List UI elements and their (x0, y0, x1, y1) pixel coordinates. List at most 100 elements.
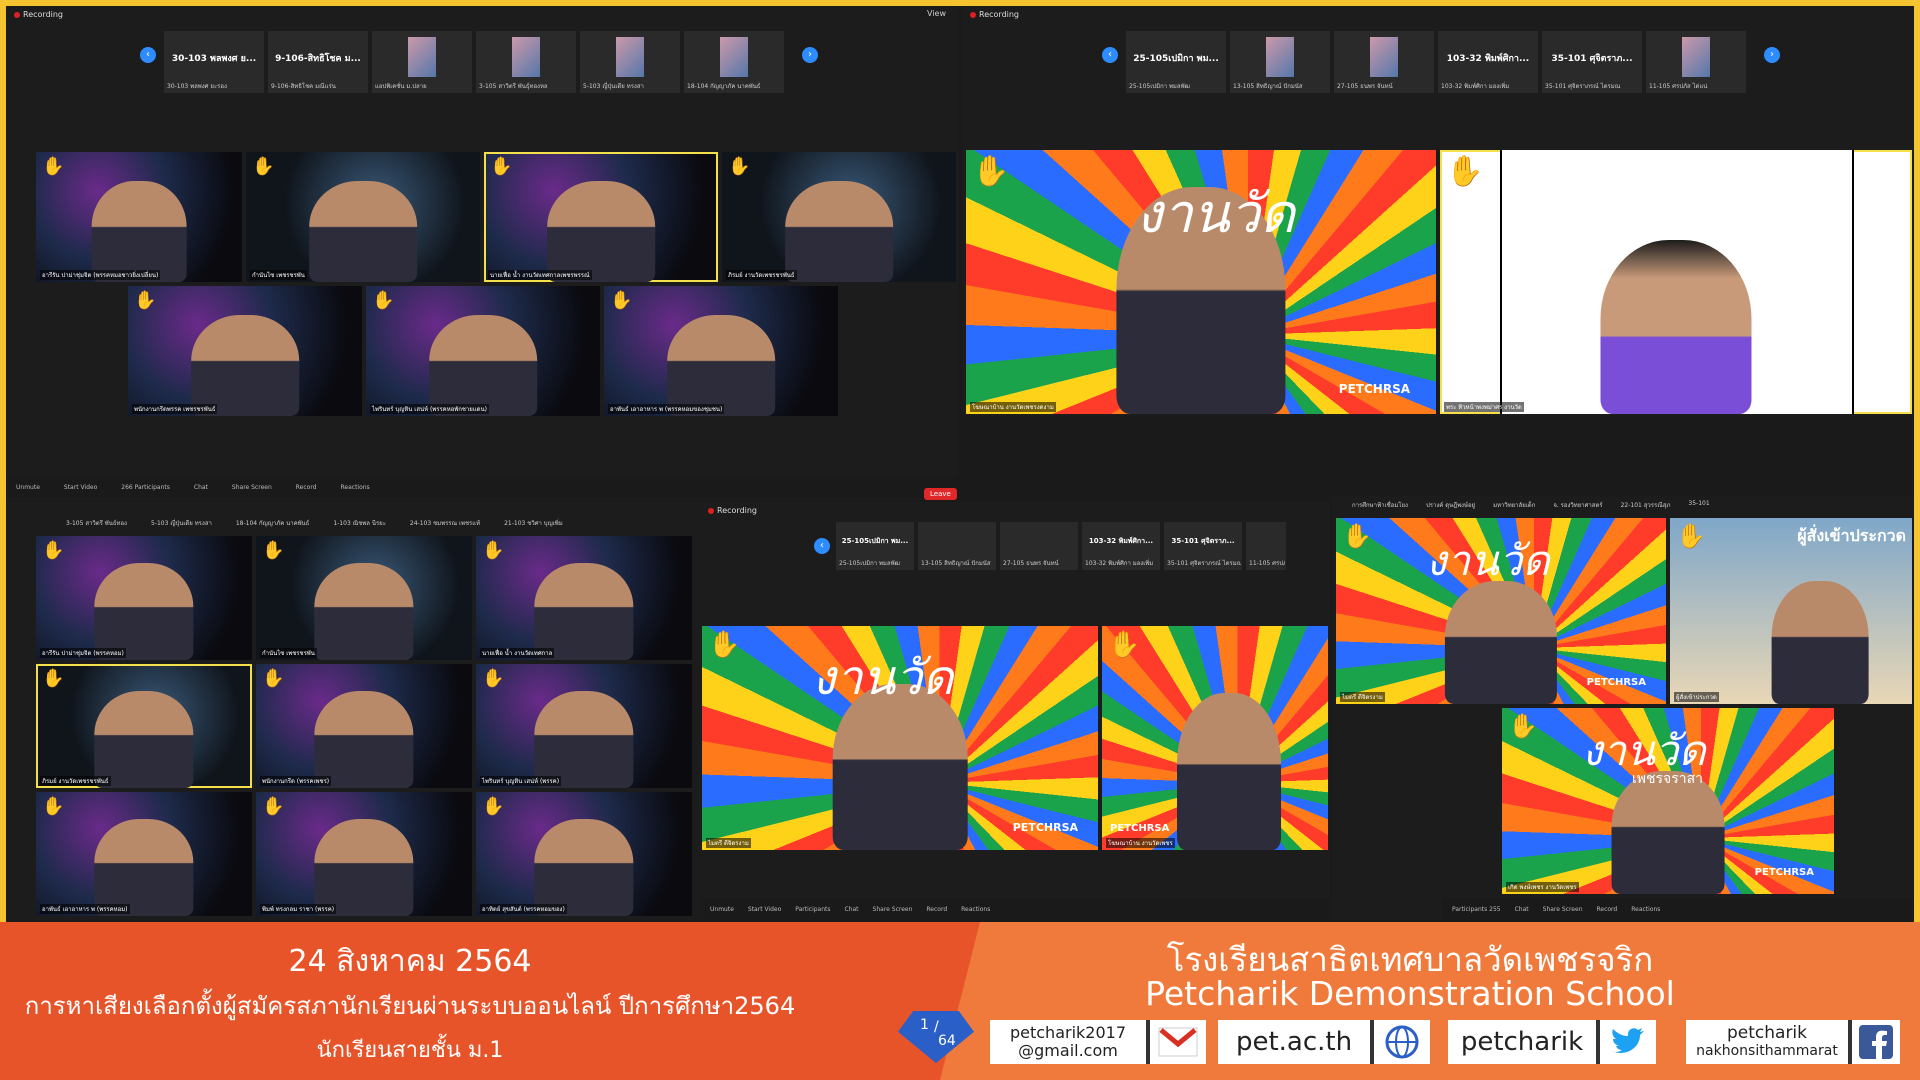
website-chip[interactable]: pet.ac.th (1218, 1020, 1430, 1064)
next-page-icon[interactable]: › (802, 47, 818, 63)
reactions-button[interactable]: Reactions (341, 484, 370, 491)
video-tile[interactable]: ✋ อาพันธ์ เอาอาหาร พ (พรรคหอม) (36, 792, 252, 916)
participants-button[interactable]: Participants 255 (1452, 906, 1501, 913)
video-tile[interactable]: ✋ งานวัด PETCHRSA ไมตรี ดีจิตรงาม (702, 626, 1098, 850)
participant-video (94, 563, 194, 660)
participants-button[interactable]: Participants (795, 906, 830, 913)
video-tile[interactable]: ✋ นายเฟื่อ น้ำ งานวัดเทศกาลเพชรพรรณ์ (484, 152, 718, 282)
thumbnail[interactable]: 11-105 ศรปภัส ได่แน่ (1246, 522, 1286, 570)
video-tile[interactable]: ✋ อาพันธ์ เอาอาหาร พ (พรรคหอมของชุมชน) (604, 286, 838, 416)
thumbnail[interactable]: 25-105เปมิกา พม... 25-105เปมิกา พมลพัฒ (1126, 31, 1226, 93)
share-screen-button[interactable]: Share Screen (232, 484, 272, 491)
thumbnail[interactable]: 27-105 ธนพร จันทน์ (1334, 31, 1434, 93)
raise-hand-icon: ✋ (42, 156, 65, 177)
raise-hand-icon: ✋ (252, 156, 275, 177)
next-page-icon[interactable]: › (1764, 47, 1780, 63)
prev-page-icon[interactable]: ‹ (1102, 47, 1118, 63)
thumbnail[interactable]: 13-105 สิทธิญาณ์ ปักมนัส (1230, 31, 1330, 93)
video-tile[interactable]: ✋ อารีรัน ปาม่าชุ่มจิต (พรรคหอม) (36, 536, 252, 660)
thumbnail[interactable]: แอปพิเคชั่น ม.ปลาย (372, 31, 472, 93)
thumbnail[interactable]: 13-105 สิทธิญาณ์ ปักมนัส (918, 522, 996, 570)
video-tile[interactable]: ✋ อาทิตย์ สุขสันต์ (พรรคหอมของ) (476, 792, 692, 916)
raise-hand-icon: ✋ (372, 290, 395, 311)
facebook-chip[interactable]: petcharik nakhonsithammarat (1686, 1020, 1900, 1064)
record-button[interactable]: Record (1597, 906, 1618, 913)
video-tile[interactable]: ✋ ภิรมย์ งานวัดเพชรชรพันธ์ (36, 664, 252, 788)
video-tile[interactable]: ✋ งานวัด PETCHRSA ไมตรี ดีจิตรงาม (1336, 518, 1666, 704)
start-video-button[interactable]: Start Video (748, 906, 781, 913)
video-tile[interactable]: ✋ ไพรินทร์ บุญหิน เสน่ห์ (พรรค) (476, 664, 692, 788)
video-tile[interactable]: ✋ งานวัด PETCHRSA โฆษณาบ้าน งานวัดเพชรงด… (966, 150, 1436, 414)
participant-video (1771, 581, 1869, 704)
thumbnail[interactable]: 103-32 พิมพ์ศิกา... 103-32 พิมพ์ศิกา มองเ… (1082, 522, 1160, 570)
participants-button[interactable]: 266 Participants (121, 484, 170, 491)
festival-title: งานวัด (1136, 182, 1295, 245)
thumbnail[interactable]: 35-101 ศุจิตราภ... 35-101 ศุจิตราภรณ์ ไตร… (1542, 31, 1642, 93)
email-chip[interactable]: petcharik2017 @gmail.com (990, 1020, 1206, 1064)
festival-title: งานวัด (812, 650, 954, 706)
view-button[interactable]: View (927, 9, 946, 18)
record-button[interactable]: Record (296, 484, 317, 491)
festival-title: งานวัด (1426, 536, 1550, 585)
avatar (720, 37, 748, 77)
reactions-button[interactable]: Reactions (1631, 906, 1660, 913)
video-tile[interactable]: ✋ กำนันไซ เพชรชรพัน (256, 536, 472, 660)
raise-hand-icon: ✋ (728, 156, 751, 177)
unmute-button[interactable]: Unmute (16, 484, 40, 491)
video-tile[interactable]: ✋ PETCHRSA โฆษณาบ้าน งานวัดเพชร (1102, 626, 1328, 850)
thumbnail[interactable]: 27-105 ธนพร จันทน์ (1000, 522, 1078, 570)
record-button[interactable]: Record (926, 906, 947, 913)
zoom-window-3: 3-105 สาวิตรี พันธ์ทอง 5-103 ญี่ปุ่นเดีย… (6, 502, 700, 920)
chat-button[interactable]: Chat (1515, 906, 1529, 913)
chat-button[interactable]: Chat (194, 484, 208, 491)
thumbnail[interactable]: 5-103 ญี่ปุ่นเดีย ทรงสา (580, 31, 680, 93)
thumbnail-strip: การศึกษาฟ้าเชื่อมโยง ปรางค์ ดุษฎีพงษ์อยู… (1352, 500, 1710, 509)
unmute-button[interactable]: Unmute (710, 906, 734, 913)
gmail-icon (1146, 1020, 1206, 1064)
share-screen-button[interactable]: Share Screen (873, 906, 913, 913)
globe-icon (1370, 1020, 1430, 1064)
video-tile[interactable]: ✋ ไพรินทร์ บุญหิน เสน่ห์ (พรรคหอพักชายแดน… (366, 286, 600, 416)
raise-hand-icon: ✋ (610, 290, 633, 311)
leave-button[interactable]: Leave (924, 488, 957, 500)
thumbnail[interactable]: 25-105เปมิกา พม... 25-105เปมิกา พมลพัฒ (836, 522, 914, 570)
video-tile[interactable]: ✋ ผู้สั่งเข้าประกวด ผู้สั่งเข้าประกวด (1670, 518, 1912, 704)
thumbnail[interactable]: 103-32 พิมพ์ศิกา... 103-32 พิมพ์ศิกา มองเ… (1438, 31, 1538, 93)
facebook-icon (1848, 1020, 1900, 1064)
raise-hand-icon: ✋ (1108, 630, 1141, 660)
video-tile[interactable]: ✋ กำนันไซ เพชรชรพัน (246, 152, 480, 282)
video-tile[interactable]: ✋ พนักงานกรีด (พรรคเพชร) (256, 664, 472, 788)
participant-video (94, 819, 194, 916)
thumbnail[interactable]: 11-105 ศรปภัส ได่แน่ (1646, 31, 1746, 93)
reactions-button[interactable]: Reactions (961, 906, 990, 913)
event-subtitle: นักเรียนสายชั้น ม.1 (316, 1038, 504, 1063)
share-screen-button[interactable]: Share Screen (1543, 906, 1583, 913)
video-tile[interactable]: ✋ ภิรมย์ งานวัดเพชรชรพันธ์ (722, 152, 956, 282)
thumbnail-strip: 3-105 สาวิตรี พันธ์ทอง 5-103 ญี่ปุ่นเดีย… (66, 520, 563, 527)
video-tile[interactable]: ✋ งานวัด เพชรจราสา PETCHRSA เกิด พงษ์เพช… (1502, 708, 1834, 894)
thumbnail[interactable]: 35-101 ศุจิตราภ... 35-101 ศุจิตราภรณ์ ไตร… (1164, 522, 1242, 570)
video-tile[interactable]: ✋ นายเฟื่อ น้ำ งานวัดเทศกาล (476, 536, 692, 660)
thumbnail[interactable]: 30-103 พลพงศ ย... 30-103 พลพงศ ยะรอง (164, 31, 264, 93)
thumbnail[interactable]: 18-104 กัญญาภัค นาคพันธ์ (684, 31, 784, 93)
festival-logo: PETCHRSA (1754, 867, 1814, 878)
participant-video (314, 563, 414, 660)
thumbnail[interactable]: 9-106-สิทธิโชค ม... 9-106-สิทธิโชค มณีแร่… (268, 31, 368, 93)
prev-page-icon[interactable]: ‹ (814, 538, 830, 554)
start-video-button[interactable]: Start Video (64, 484, 97, 491)
raise-hand-icon: ✋ (1342, 522, 1372, 550)
video-tile[interactable]: ✋ อารีรัน ปาม่าชุ่มจิต (พรรคหมอชาวยิ่งเปล… (36, 152, 242, 282)
twitter-chip[interactable]: petcharik (1448, 1020, 1656, 1064)
video-tile[interactable]: ✋ พระ ทิวหน้าพงพม่าศร งานวัด (1440, 150, 1912, 414)
raise-hand-icon: ✋ (490, 156, 513, 177)
event-title: การหาเสียงเลือกตั้งผู้สมัครสภานักเรียนผ่… (24, 992, 796, 1020)
participant-video (1176, 693, 1281, 850)
thumbnail[interactable]: 3-105 สาวิตรี พันธุ์ทองหล (476, 31, 576, 93)
participant-video (534, 691, 634, 788)
video-tile[interactable]: ✋ พนักงานกรีดพรรค เพชรชรพันธ์ (128, 286, 362, 416)
prev-page-icon[interactable]: ‹ (140, 47, 156, 63)
video-tile[interactable]: ✋ พิมพ์ ทรงกลม ราชา (พรรค) (256, 792, 472, 916)
chat-button[interactable]: Chat (845, 906, 859, 913)
raise-hand-icon: ✋ (262, 668, 285, 689)
zoom-window-4: Recording ‹ 25-105เปมิกา พม... 25-105เปมิ… (700, 502, 1330, 920)
